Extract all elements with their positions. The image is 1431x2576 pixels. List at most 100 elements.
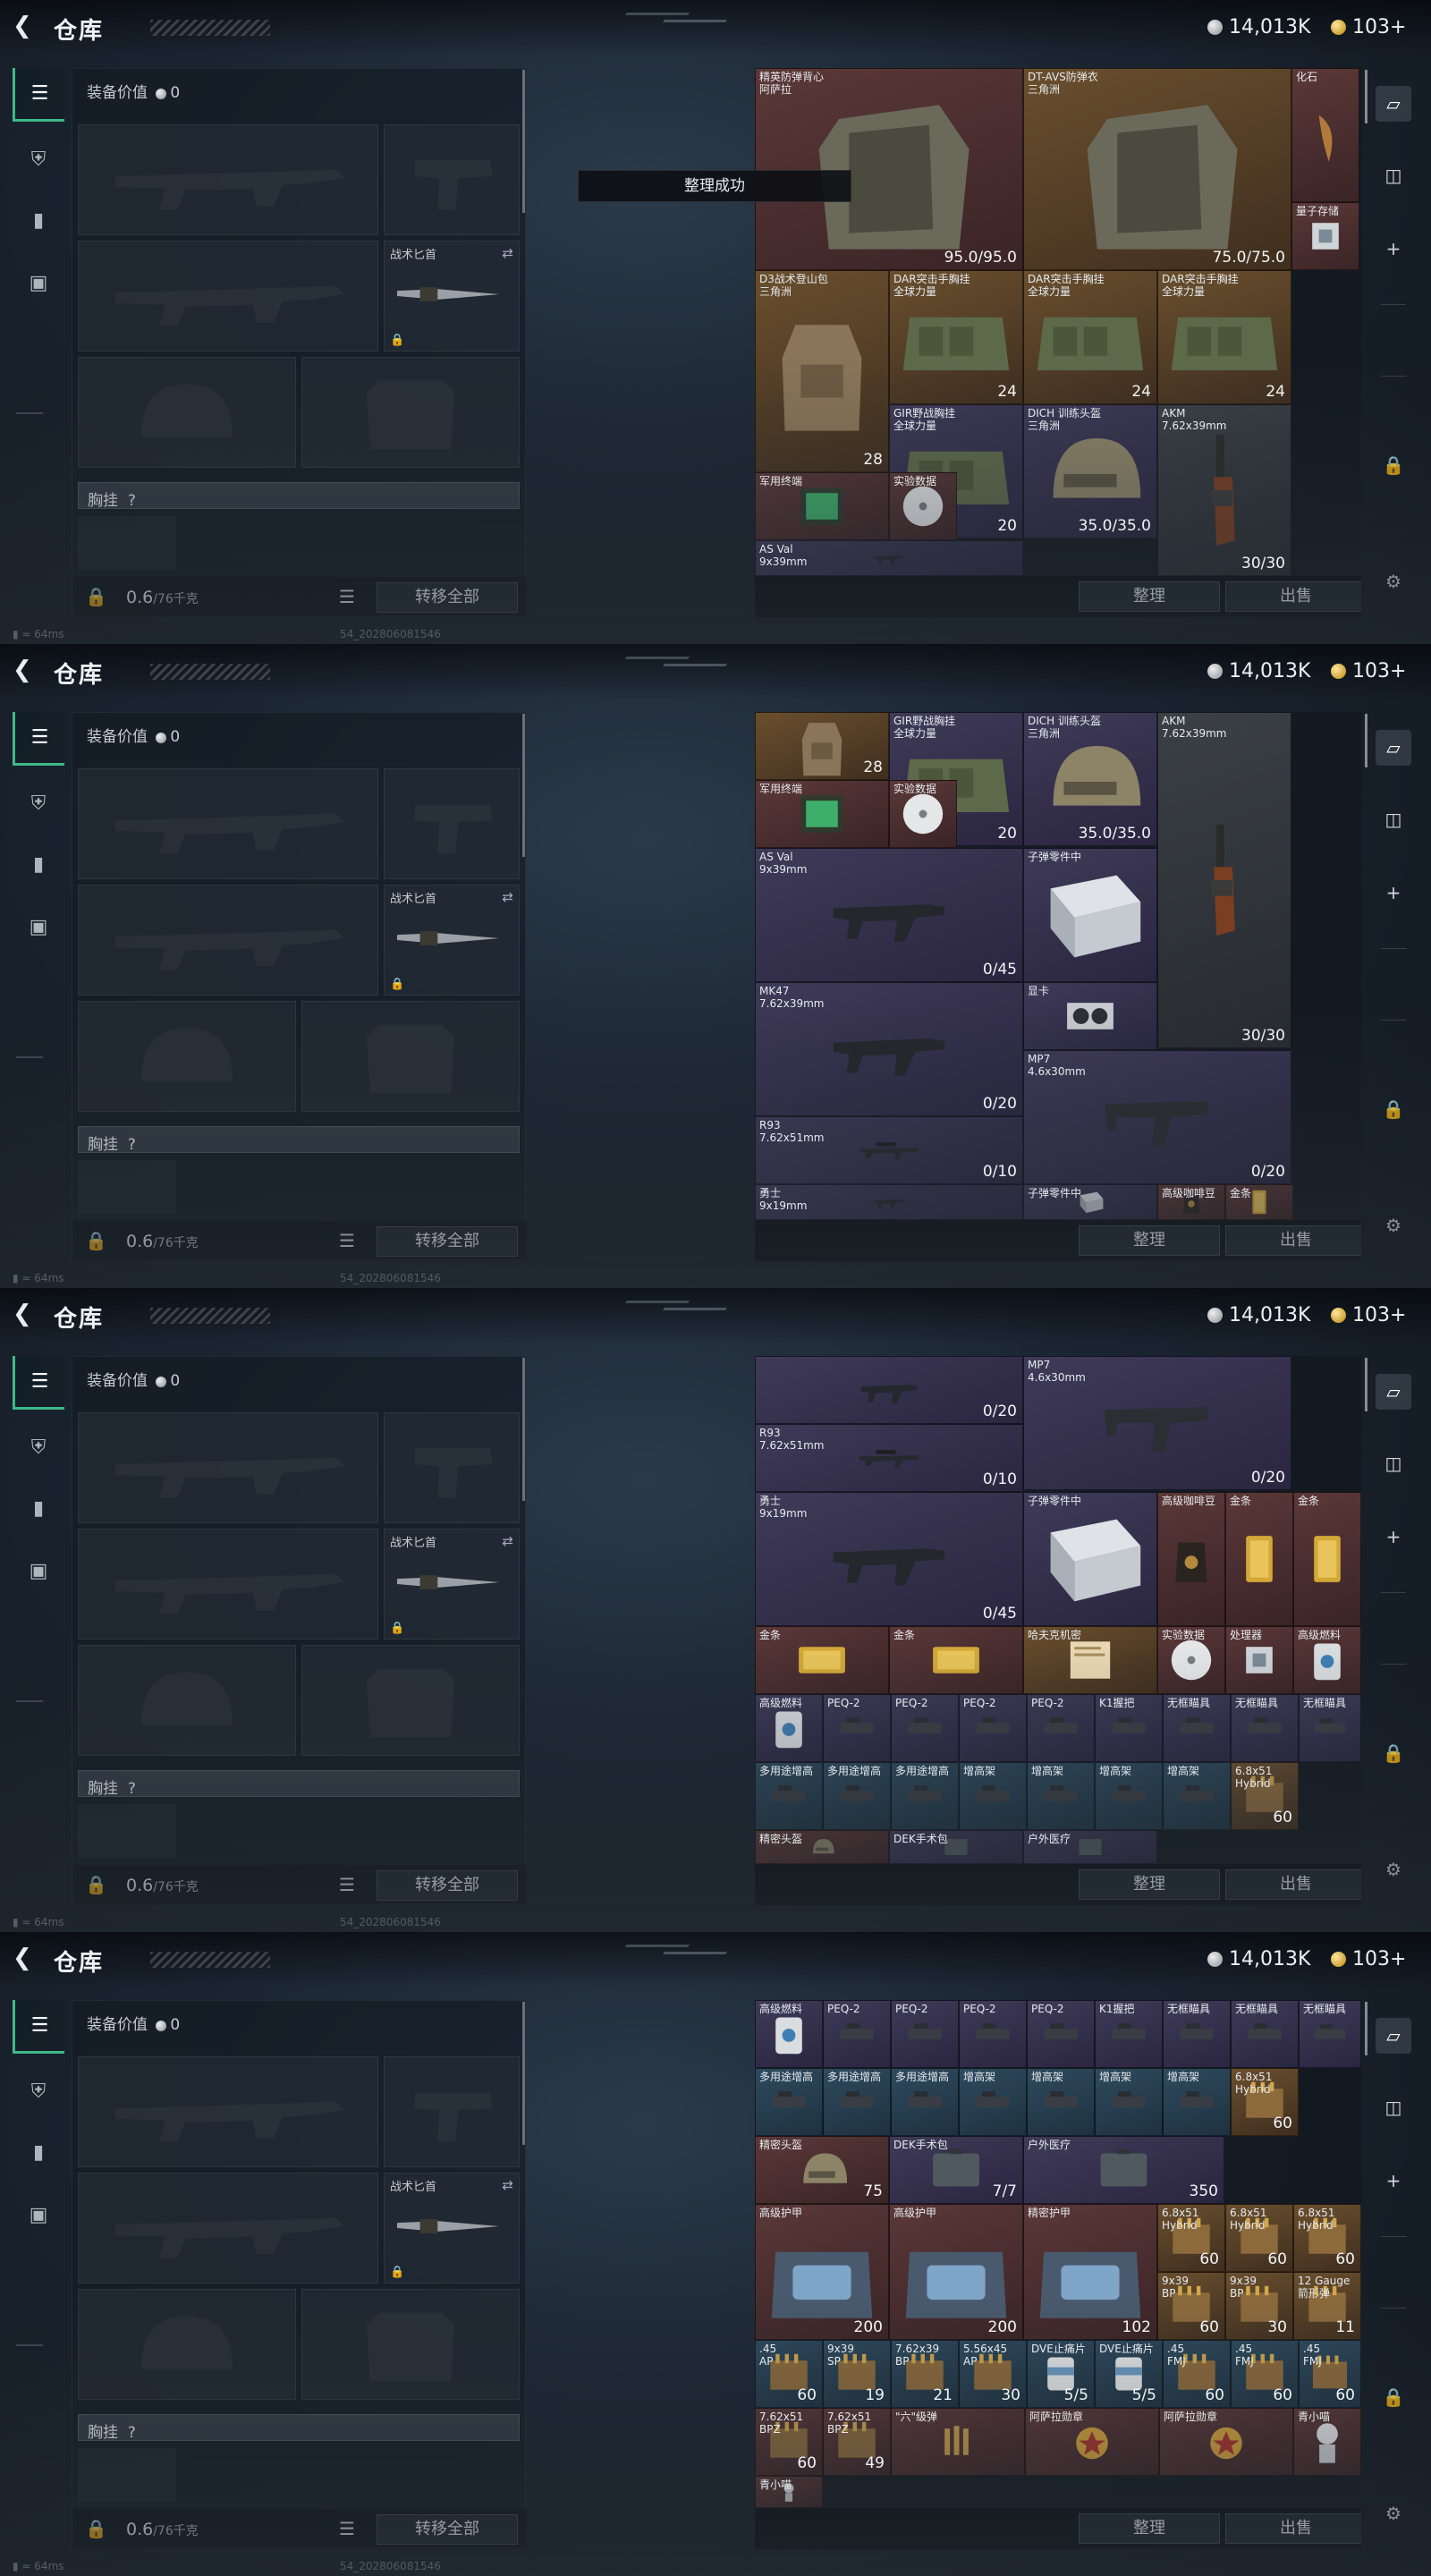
armor-slot[interactable] [301,357,520,468]
stash-item[interactable]: 金条 [1225,1492,1293,1626]
stash-item[interactable]: PEQ-2 [891,1694,959,1762]
secondary-weapon-slot[interactable] [78,885,378,996]
bag-tab-icon[interactable]: ▣ [13,1544,64,1597]
weapon-tab-icon[interactable]: ☰ [13,2000,64,2054]
chest-rig-slot[interactable] [78,1804,176,1858]
armor-slot[interactable] [301,2289,520,2400]
bag-tab-icon[interactable]: ▣ [13,2188,64,2241]
lock-icon[interactable]: 🔒 [85,586,107,607]
settings-icon[interactable]: ⚙ [1376,564,1411,599]
armor-tab-icon[interactable]: ⛨ [13,776,64,830]
stash-item[interactable]: 多用途增高 [823,1762,891,1830]
stash-item[interactable]: 无框瞄具 [1299,2000,1361,2068]
stash-item[interactable]: 多用途增高 [755,2068,823,2136]
chest-rig-slot[interactable] [78,2448,176,2502]
lock-icon[interactable]: 🔒 [1376,1091,1411,1127]
sell-button[interactable]: 出售 [1225,581,1361,612]
stash-item[interactable]: DT-AVS防弹衣 三角洲 75.0/75.0 [1023,68,1291,270]
stash-item[interactable]: 7.62x51 BPZ 49 [823,2408,891,2476]
stash-item[interactable]: AKM 7.62x39mm 30/30 [1157,712,1291,1048]
stash-item[interactable]: 户外医疗 350 [1023,2136,1224,2204]
armor-slot[interactable] [301,1001,520,1112]
stash-item[interactable]: PEQ-2 [959,1694,1027,1762]
stash-item[interactable]: AS Val 9x39mm [755,540,1023,576]
stash-item[interactable]: 处理器 [1225,1626,1293,1694]
stash-item[interactable]: 高级护甲 200 [755,2204,889,2340]
stash-item[interactable]: K1握把 [1095,2000,1163,2068]
stash-item[interactable]: 金条 [755,1626,889,1694]
stash-item[interactable]: 增高架 [959,1762,1027,1830]
lock-icon[interactable]: 🔒 [85,1230,107,1251]
stash-item[interactable]: DEK手术包 [889,1830,1023,1864]
help-icon[interactable]: ? [128,1780,136,1798]
stash-item[interactable]: 增高架 [1027,1762,1095,1830]
back-icon[interactable]: ❮ [13,1301,39,1327]
back-icon[interactable]: ❮ [13,1945,39,1971]
list-icon[interactable]: ☰ [339,2518,355,2539]
stash-item[interactable]: 显卡 [1023,982,1157,1050]
gold-add-button[interactable]: + [1390,16,1406,38]
sort-button[interactable]: 整理 [1079,2513,1220,2544]
armor-tab-icon[interactable]: ⛨ [13,2064,64,2118]
stash-item[interactable]: PEQ-2 [959,2000,1027,2068]
stash-item[interactable]: 量子存储 [1291,202,1359,270]
backpack-icon[interactable]: ▱ [1376,1374,1411,1410]
stash-item[interactable]: 精密护甲 102 [1023,2204,1157,2340]
add-icon[interactable]: + [1376,231,1411,267]
stash-item[interactable]: 增高架 [1027,2068,1095,2136]
stash-item[interactable]: AKM 7.62x39mm 30/30 [1157,404,1291,576]
knife-slot[interactable]: 战术匕首 ⇄ 🔒 [384,241,520,352]
back-icon[interactable]: ❮ [13,13,39,39]
stash-item[interactable]: 高级咖啡豆 [1157,1492,1225,1626]
help-icon[interactable]: ? [128,1136,136,1154]
chest-rig-bar[interactable]: 胸挂 ? [78,1126,520,1154]
stash-item[interactable]: 9x39 BP 60 [1157,2272,1225,2340]
stash-item[interactable]: 无框瞄具 [1163,2000,1231,2068]
stash-item[interactable]: 勇士 9x19mm [755,1184,1023,1220]
weapon-tab-icon[interactable]: ☰ [13,68,64,122]
armor-tab-icon[interactable]: ⛨ [13,132,64,186]
stash-item[interactable]: 金条 [889,1626,1023,1694]
lock-icon[interactable]: 🔒 [1376,1735,1411,1771]
stash-item[interactable]: 阿萨拉勋章 [1159,2408,1293,2476]
stash-item[interactable]: 无框瞄具 [1299,1694,1361,1762]
stash-item[interactable]: 9x39 SP 19 [823,2340,891,2408]
stash-item[interactable]: 高级护甲 200 [889,2204,1023,2340]
equipment-scrollbar[interactable] [522,1358,525,1501]
stash-item[interactable]: .45 AP 60 [755,2340,823,2408]
stash-item[interactable]: 化石 [1291,68,1359,202]
gold-currency[interactable]: 103+ [1331,1948,1406,1970]
stash-item[interactable]: .45 FMJ 60 [1231,2340,1299,2408]
add-icon[interactable]: + [1376,2163,1411,2199]
sell-button[interactable]: 出售 [1225,1225,1361,1256]
stash-item[interactable]: 增高架 [1163,2068,1231,2136]
stash-item[interactable]: 无框瞄具 [1231,1694,1299,1762]
settings-icon[interactable]: ⚙ [1376,1852,1411,1887]
stash-item[interactable]: DAR突击手胸挂 全球力量 24 [1157,270,1291,404]
settings-icon[interactable]: ⚙ [1376,2496,1411,2531]
list-icon[interactable]: ☰ [339,1874,355,1895]
stash-item[interactable]: 高级燃料 [755,2000,823,2068]
gold-currency[interactable]: 103+ [1331,660,1406,682]
primary-weapon-slot[interactable] [78,124,378,235]
stash-item[interactable]: DVE止痛片 5/5 [1027,2340,1095,2408]
stash-item[interactable]: 9x39 BP 30 [1225,2272,1293,2340]
bag-tab-icon[interactable]: ▣ [13,256,64,309]
knife-slot[interactable]: 战术匕首 ⇄ 🔒 [384,1529,520,1640]
helmet-slot[interactable] [78,2289,296,2400]
help-icon[interactable]: ? [128,492,136,510]
primary-weapon-slot[interactable] [78,2056,378,2167]
gold-currency[interactable]: 103+ [1331,16,1406,38]
stash-item[interactable]: AS Val 9x39mm 0/45 [755,848,1023,982]
lock-icon[interactable]: 🔒 [85,2518,107,2539]
stash-item[interactable]: DICH 训练头盔 三角洲 35.0/35.0 [1023,712,1157,846]
stash-item[interactable]: 7.62x51 BPZ 60 [755,2408,823,2476]
stash-item[interactable]: 多用途增高 [891,2068,959,2136]
sort-button[interactable]: 整理 [1079,1869,1220,1900]
stash-item[interactable]: PEQ-2 [1027,2000,1095,2068]
stash-item[interactable]: 5.56x45 AP 30 [959,2340,1027,2408]
gold-add-button[interactable]: + [1390,1304,1406,1326]
backpack-icon[interactable]: ▱ [1376,86,1411,122]
stash-item[interactable]: 勇士 9x19mm 0/45 [755,1492,1023,1626]
knife-slot[interactable]: 战术匕首 ⇄ 🔒 [384,2173,520,2284]
